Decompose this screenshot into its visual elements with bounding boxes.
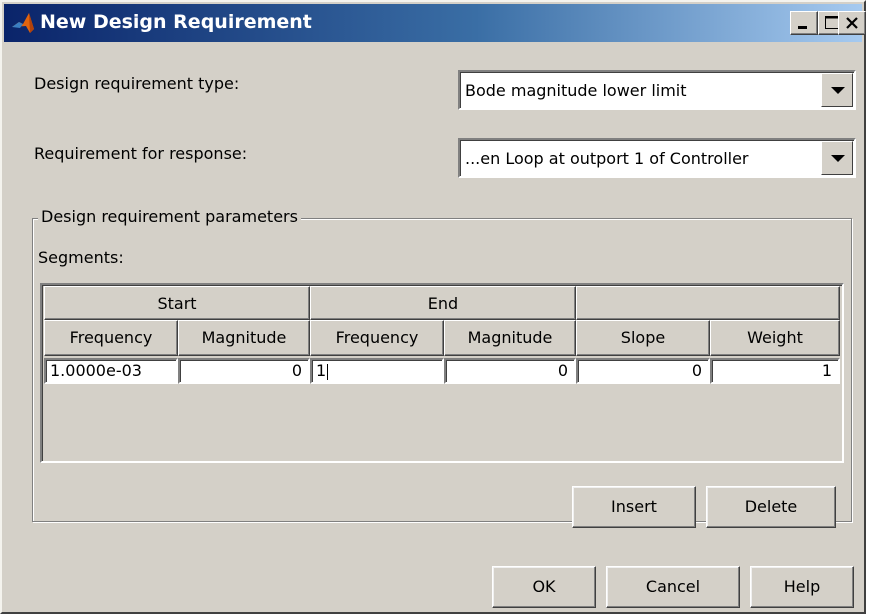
title-bar[interactable]: New Design Requirement <box>4 4 866 42</box>
requirement-response-dropdown[interactable]: ...en Loop at outport 1 of Controller <box>458 138 856 178</box>
column-header-end-frequency[interactable]: Frequency <box>310 320 444 356</box>
cell-end-frequency[interactable]: 1 <box>310 358 444 384</box>
minimize-icon <box>798 26 807 29</box>
matlab-logo-icon <box>12 13 34 33</box>
column-header-start-frequency[interactable]: Frequency <box>44 320 178 356</box>
text-cursor <box>327 363 329 380</box>
column-header-start-magnitude[interactable]: Magnitude <box>178 320 310 356</box>
new-design-requirement-dialog: New Design Requirement Design requiremen… <box>0 0 866 614</box>
group-header-start: Start <box>44 286 310 320</box>
cell-weight[interactable]: 1 <box>710 358 840 384</box>
requirement-type-value: Bode magnitude lower limit <box>465 81 687 100</box>
requirement-response-value: ...en Loop at outport 1 of Controller <box>465 149 749 168</box>
cell-end-magnitude[interactable]: 0 <box>444 358 576 384</box>
cell-start-frequency[interactable]: 1.0000e-03 <box>44 358 178 384</box>
cell-slope[interactable]: 0 <box>576 358 710 384</box>
group-header-end: End <box>310 286 576 320</box>
column-header-slope[interactable]: Slope <box>576 320 710 356</box>
close-button[interactable] <box>838 11 866 35</box>
requirement-type-dropdown[interactable]: Bode magnitude lower limit <box>458 70 856 110</box>
close-icon <box>846 17 858 29</box>
cell-end-frequency-text: 1 <box>316 361 327 380</box>
segments-label: Segments: <box>38 248 124 267</box>
window-title: New Design Requirement <box>40 11 312 33</box>
requirement-type-dropdown-button[interactable] <box>821 73 853 107</box>
cell-start-magnitude[interactable]: 0 <box>178 358 310 384</box>
parameters-group-label: Design requirement parameters <box>38 207 301 226</box>
ok-button[interactable]: OK <box>492 566 596 608</box>
segments-table: Start End Frequency Magnitude Frequency … <box>40 283 844 463</box>
cancel-button[interactable]: Cancel <box>606 566 740 608</box>
chevron-down-icon <box>831 155 845 162</box>
insert-button[interactable]: Insert <box>572 486 696 528</box>
group-header-blank <box>576 286 840 320</box>
help-button[interactable]: Help <box>750 566 854 608</box>
minimize-button[interactable] <box>790 11 818 35</box>
requirement-type-label: Design requirement type: <box>34 74 240 93</box>
column-header-end-magnitude[interactable]: Magnitude <box>444 320 576 356</box>
column-header-weight[interactable]: Weight <box>710 320 840 356</box>
requirement-response-label: Requirement for response: <box>34 144 248 163</box>
delete-button[interactable]: Delete <box>706 486 836 528</box>
chevron-down-icon <box>831 87 845 94</box>
requirement-response-dropdown-button[interactable] <box>821 141 853 175</box>
